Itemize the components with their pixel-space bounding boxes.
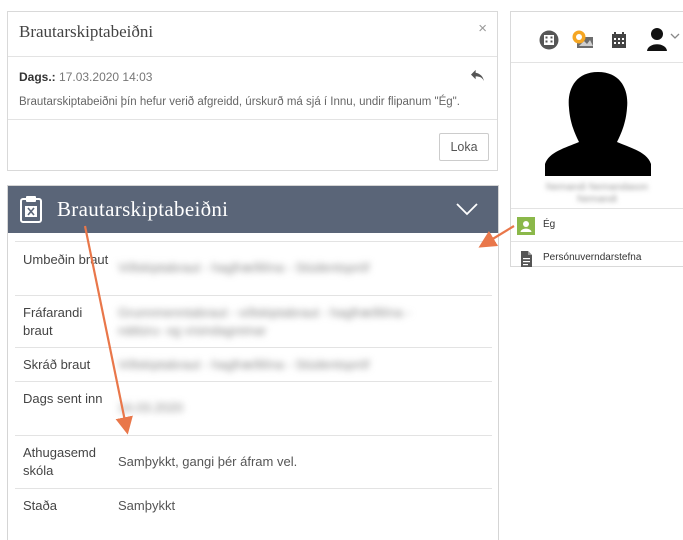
- sidebar-item-privacy-policy[interactable]: Persónuverndarstefna: [511, 241, 683, 274]
- row-value: Samþykkt, gangi þér áfram vel.: [118, 454, 298, 469]
- row-label: Fráfarandi braut: [23, 305, 83, 338]
- close-button[interactable]: Loka: [439, 133, 489, 161]
- user-subtitle: Nemandi: [576, 194, 618, 205]
- message-card: Brautarskiptabeiðni × Dags.: 17.03.2020 …: [7, 11, 498, 171]
- row-value: 16.03.2020: [118, 400, 184, 415]
- sidebar-item-label: Persónuverndarstefna: [543, 252, 642, 263]
- request-panel: Brautarskiptabeiðni Umbeðin braut Viðski…: [7, 185, 499, 540]
- message-body: Brautarskiptabeiðni þín hefur verið afgr…: [19, 96, 460, 108]
- row-label: Umbeðin braut: [23, 252, 109, 267]
- calendar-icon[interactable]: [609, 30, 629, 50]
- request-table: Umbeðin braut Viðskiptabraut - hagfræðil…: [15, 241, 492, 528]
- row-label: Athugasemd skóla: [23, 445, 96, 478]
- user-name: Nemandi Nemandason: [545, 182, 649, 193]
- sidebar-toolbar: [511, 12, 683, 63]
- school-icon[interactable]: [539, 30, 559, 50]
- person-icon: [517, 217, 535, 235]
- message-title: Brautarskiptabeiðni: [19, 22, 154, 41]
- sidebar-item-label: Ég: [543, 219, 556, 230]
- document-icon: [521, 251, 532, 267]
- table-row: Umbeðin braut Viðskiptabraut - hagfræðil…: [15, 241, 492, 295]
- divider: [8, 56, 497, 57]
- divider: [8, 119, 497, 120]
- table-row: Staða Samþykkt: [15, 488, 492, 528]
- row-value: Samþykkt: [118, 498, 176, 513]
- table-row: Dags sent inn 16.03.2020: [15, 381, 492, 435]
- table-row: Fráfarandi braut Grunnmenntabraut - viðs…: [15, 295, 492, 347]
- user-menu-icon[interactable]: [645, 26, 681, 52]
- chevron-down-icon[interactable]: [456, 202, 478, 216]
- message-date: Dags.: 17.03.2020 14:03: [19, 70, 152, 84]
- row-value: Grunnmenntabraut - viðskiptabraut - hagf…: [118, 305, 411, 338]
- request-title: Brautarskiptabeiðni: [57, 197, 229, 221]
- table-row: Skráð braut Viðskiptabraut - hagfræðilín…: [15, 347, 492, 381]
- clipboard-icon: [20, 196, 42, 223]
- row-label: Skráð braut: [23, 357, 91, 372]
- avatar: [545, 72, 651, 176]
- reply-icon[interactable]: [470, 69, 485, 82]
- sidebar-item-eg[interactable]: Ég: [511, 208, 683, 241]
- request-header[interactable]: Brautarskiptabeiðni: [8, 186, 498, 233]
- table-row: Athugasemd skóla Samþykkt, gangi þér áfr…: [15, 435, 492, 488]
- notification-badge-icon[interactable]: [571, 30, 595, 50]
- row-value: Viðskiptabraut - hagfræðilína - Stúdents…: [118, 260, 370, 275]
- date-label: Dags.:: [19, 70, 56, 84]
- close-icon[interactable]: ×: [478, 21, 487, 36]
- row-value: Viðskiptabraut - hagfræðilína - Stúdents…: [118, 357, 370, 372]
- date-value: 17.03.2020 14:03: [59, 70, 153, 84]
- row-label: Staða: [23, 498, 57, 513]
- row-label: Dags sent inn: [23, 391, 103, 406]
- sidebar: Nemandi Nemandason Nemandi Ég Persónuver…: [510, 11, 683, 267]
